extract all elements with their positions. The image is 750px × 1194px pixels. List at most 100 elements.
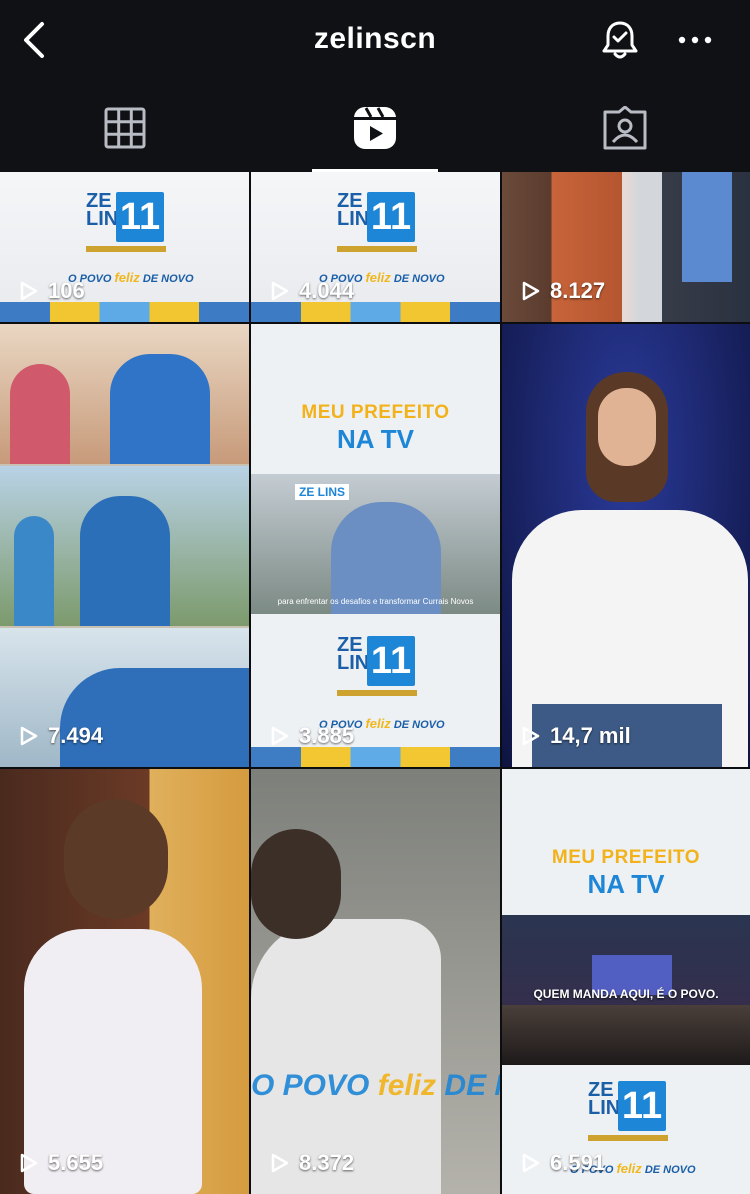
inset-brand: ZE LINS: [295, 484, 350, 500]
view-count-value: 6.591: [550, 1150, 606, 1175]
tv-title-line1: MEU PREFEITO: [301, 402, 450, 423]
view-count-value: 4.044: [299, 278, 355, 303]
reel-thumbnail[interactable]: 5.655: [0, 769, 249, 1194]
color-stripe: [251, 302, 500, 322]
notifications-button[interactable]: [598, 18, 642, 62]
view-count: 106: [18, 278, 85, 304]
tv-title-line2: NA TV: [587, 869, 665, 899]
thumbnail-figure: [251, 829, 341, 939]
reel-thumbnail[interactable]: MEU PREFEITO NA TV ZE LINS para enfrenta…: [251, 324, 500, 767]
slogan-overlay: O POVO feliz DE NOVO: [251, 1069, 500, 1103]
slogan-pre: O POVO: [251, 1069, 370, 1102]
view-count-value: 106: [48, 278, 85, 303]
slogan-post: DE NOVO: [393, 273, 445, 285]
reel-thumbnail[interactable]: ZE LINS 11 O POVO feliz DE NOVO 4.044: [251, 172, 500, 322]
more-icon: [678, 36, 712, 44]
tv-title-line2: NA TV: [336, 424, 415, 454]
thumbnail-figure: [598, 388, 656, 466]
more-options-button[interactable]: [676, 26, 716, 54]
view-count: 4.044: [269, 278, 354, 304]
tab-reels[interactable]: [250, 84, 500, 172]
slogan-mid: feliz: [377, 1069, 437, 1102]
reel-thumbnail[interactable]: 7.494: [0, 324, 249, 767]
color-stripe: [251, 747, 500, 767]
reel-thumbnail[interactable]: ZE LINS 11 O POVO feliz DE NOVO 106: [0, 172, 249, 322]
inset-caption: para enfrentar os desafios e transformar…: [277, 597, 474, 606]
tab-grid[interactable]: [0, 84, 250, 172]
play-icon: [20, 281, 38, 301]
top-bar: zelinscn: [0, 0, 750, 84]
logo-number: 11: [367, 192, 415, 242]
slogan-mid: feliz: [365, 716, 391, 731]
logo-number: 11: [116, 192, 164, 242]
grid-icon: [104, 107, 146, 149]
tagged-icon: [603, 106, 647, 150]
logo-number: 11: [367, 636, 415, 686]
thumbnail-figure: [682, 172, 732, 282]
bell-check-icon: [602, 21, 638, 59]
view-count-value: 3.885: [299, 723, 355, 748]
logo-underline: [86, 246, 166, 252]
slogan-post: DE NOVO: [444, 1069, 500, 1102]
view-count: 8.127: [520, 278, 605, 304]
thumbnail-figure: [80, 496, 170, 626]
logo-underline: [337, 690, 417, 696]
play-icon: [522, 281, 540, 301]
slogan-post: DE NOVO: [142, 273, 194, 285]
tab-tagged[interactable]: [500, 84, 750, 172]
play-icon: [20, 726, 38, 746]
slogan-post: DE NOVO: [644, 1164, 696, 1176]
logo-number: 11: [618, 1081, 666, 1131]
view-count: 8.372: [269, 1150, 354, 1176]
reel-thumbnail[interactable]: 14,7 mil: [502, 324, 750, 767]
brand-logo: ZE LINS 11: [86, 191, 166, 252]
logo-text-lins: LINS: [86, 208, 132, 230]
logo-underline: [337, 246, 417, 252]
play-icon: [271, 281, 289, 301]
logo-text-lins: LINS: [588, 1097, 634, 1119]
brand-logo: ZE LINS 11: [588, 1080, 668, 1141]
view-count-value: 14,7 mil: [550, 723, 631, 748]
thumbnail-figure: [14, 516, 54, 626]
photo-panel: [0, 466, 249, 626]
play-icon: [522, 1153, 540, 1173]
reel-thumbnail[interactable]: O POVO feliz DE NOVO 8.372: [251, 769, 500, 1194]
slogan: O POVO feliz DE NOVO: [68, 270, 194, 285]
color-stripe: [0, 302, 249, 322]
brand-logo: ZE LINS 11: [337, 191, 417, 252]
view-count-value: 5.655: [48, 1150, 104, 1175]
crowd: [502, 1005, 750, 1065]
view-count: 3.885: [269, 723, 354, 749]
thumbnail-figure: [64, 799, 168, 919]
thumbnail-figure: [60, 668, 249, 767]
play-icon: [522, 726, 540, 746]
slogan-mid: feliz: [365, 270, 391, 285]
tv-title-line1: MEU PREFEITO: [551, 847, 701, 868]
logo-underline: [588, 1135, 668, 1141]
reel-thumbnail[interactable]: 8.127: [502, 172, 750, 322]
slogan-post: DE NOVO: [393, 719, 445, 731]
view-count-value: 7.494: [48, 723, 104, 748]
video-inset: QUEM MANDA AQUI, É O POVO.: [502, 915, 750, 1065]
brand-logo: ZE LINS 11: [337, 635, 417, 696]
view-count: 14,7 mil: [520, 723, 631, 749]
reel-thumbnail[interactable]: MEU PREFEITO NA TV QUEM MANDA AQUI, É O …: [502, 769, 750, 1194]
view-count: 6.591: [520, 1150, 605, 1176]
reels-icon: [354, 107, 396, 149]
slogan-mid: feliz: [616, 1161, 642, 1176]
play-icon: [20, 1153, 38, 1173]
reels-grid: ZE LINS 11 O POVO feliz DE NOVO 106 ZE LIN…: [0, 172, 750, 1194]
photo-panel: [0, 324, 249, 464]
logo-text-lins: LINS: [337, 208, 383, 230]
logo-text-lins: LINS: [337, 652, 383, 674]
play-icon: [271, 726, 289, 746]
thumbnail-figure: [622, 172, 662, 322]
view-count-value: 8.372: [299, 1150, 355, 1175]
video-inset: ZE LINS para enfrentar os desafios e tra…: [251, 474, 500, 614]
view-count: 7.494: [18, 723, 103, 749]
play-icon: [271, 1153, 289, 1173]
view-count: 5.655: [18, 1150, 103, 1176]
profile-tabs: [0, 84, 750, 172]
tv-title: MEU PREFEITO NA TV: [502, 847, 750, 900]
view-count-value: 8.127: [550, 278, 606, 303]
